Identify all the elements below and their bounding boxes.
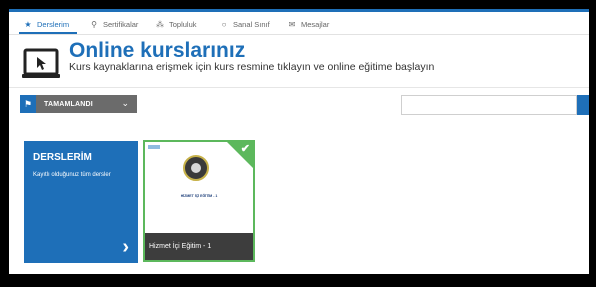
nav-item-mesajlar[interactable]: ✉ Mesajlar — [287, 16, 330, 32]
flag-icon: ⚑ — [20, 95, 36, 113]
community-icon: ⁂ — [156, 19, 164, 29]
chevron-right-icon[interactable]: › — [122, 236, 129, 259]
checkmark-icon: ✔ — [240, 143, 250, 155]
my-courses-card[interactable]: DERSLERİM Kayıtlı olduğunuz tüm dersler … — [24, 141, 138, 263]
search-input[interactable] — [401, 95, 577, 115]
divider — [9, 87, 589, 88]
active-tab-indicator — [19, 32, 77, 34]
my-courses-subtitle: Kayıtlı olduğunuz tüm dersler — [33, 172, 111, 178]
nav-item-sertifikalar[interactable]: ⚲ Sertifikalar — [89, 16, 138, 32]
nav-item-label: Topluluk — [169, 19, 197, 29]
search-button[interactable] — [577, 95, 589, 115]
course-footer[interactable]: Hizmet İçi Eğitim - 1 — [145, 233, 253, 260]
ribbon-icon: ⚲ — [91, 19, 97, 29]
star-icon: ★ — [24, 19, 32, 29]
nav-item-label: Mesajlar — [301, 19, 330, 29]
nav-item-topluluk[interactable]: ⁂ Topluluk — [155, 16, 197, 32]
page-title: Online kurslarınız — [69, 39, 246, 62]
filter-selected-label: TAMAMLANDI — [44, 100, 93, 108]
virtual-class-icon: ○ — [221, 19, 227, 29]
nav-item-derslerim[interactable]: ★ Derslerim — [23, 16, 69, 32]
top-nav: ★ Derslerim ⚲ Sertifikalar ⁂ Topluluk ○ … — [9, 12, 589, 35]
nav-item-label: Sertifikalar — [103, 19, 139, 29]
thumbnail-logo-mark — [148, 145, 160, 149]
app-window: ★ Derslerim ⚲ Sertifikalar ⁂ Topluluk ○ … — [9, 9, 589, 274]
nav-item-sanal-sinif[interactable]: ○ Sanal Sınıf — [219, 16, 270, 32]
laptop-icon — [22, 48, 60, 78]
mail-icon: ✉ — [288, 19, 296, 29]
nav-item-label: Derslerim — [37, 19, 70, 29]
institution-seal-icon — [183, 155, 209, 181]
course-card[interactable]: HİZMET İÇİ EĞİTİM - 1 ✔ Hizmet İçi Eğiti… — [143, 140, 255, 262]
my-courses-title: DERSLERİM — [33, 152, 92, 163]
nav-item-label: Sanal Sınıf — [233, 19, 270, 29]
chevron-down-icon: ⌄ — [121, 98, 129, 108]
thumbnail-caption: HİZMET İÇİ EĞİTİM - 1 — [180, 194, 218, 198]
page-subtitle: Kurs kaynaklarına erişmek için kurs resm… — [69, 61, 435, 73]
status-filter-dropdown[interactable]: ⚑ TAMAMLANDI ⌄ — [20, 95, 137, 113]
course-name: Hizmet İçi Eğitim - 1 — [149, 243, 212, 250]
